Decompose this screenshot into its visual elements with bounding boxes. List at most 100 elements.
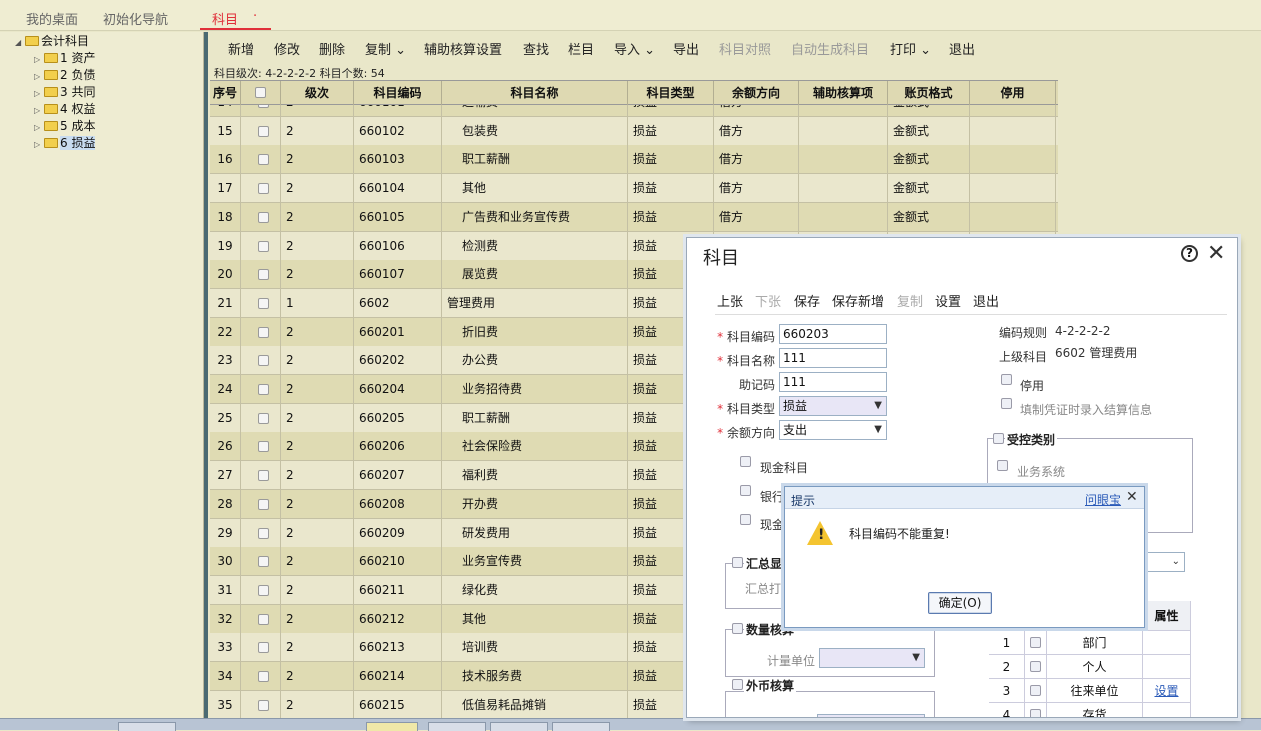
next-button[interactable]: 下张 — [755, 291, 781, 310]
table-row[interactable]: 4 存货 — [989, 703, 1191, 717]
panel-splitter[interactable] — [204, 32, 208, 718]
summary-checkbox[interactable] — [732, 557, 743, 568]
column-header[interactable]: 账页格式 — [888, 81, 970, 105]
unit-select[interactable]: ▼ — [819, 648, 925, 668]
row-checkbox[interactable] — [258, 105, 269, 108]
settings-button[interactable]: 设置 — [935, 291, 961, 310]
table-row[interactable]: 3 往来单位 设置 — [989, 679, 1191, 703]
row-checkbox[interactable] — [258, 699, 269, 711]
row-checkbox[interactable] — [258, 125, 269, 137]
table-row[interactable]: 14 2660101运输费损益借方 金额式 — [210, 105, 1058, 117]
column-header[interactable]: 科目类型 — [628, 81, 714, 105]
row-checkbox[interactable] — [1030, 637, 1041, 648]
row-checkbox[interactable] — [258, 556, 269, 568]
column-header[interactable]: 辅助核算项 — [799, 81, 888, 105]
tree-item-profit-loss[interactable]: ▷ 6 损益 — [34, 135, 96, 151]
tree-item-assets[interactable]: ▷ 1 资产 — [34, 50, 95, 66]
table-row[interactable]: 17 2 660104 其他 损益 借方 金额式 — [210, 174, 1058, 204]
select-all-checkbox[interactable] — [241, 81, 281, 105]
column-header[interactable]: 序号 — [210, 81, 241, 105]
exit-button[interactable]: 退出 — [949, 39, 975, 58]
table-row[interactable]: 1 部门 — [989, 631, 1191, 655]
column-header[interactable]: 科目名称 — [442, 81, 628, 105]
column-header[interactable]: 余额方向 — [714, 81, 799, 105]
tab-accounts-dot[interactable]: · — [253, 9, 257, 24]
row-checkbox[interactable] — [258, 297, 269, 309]
code-field[interactable]: 660203 — [779, 324, 887, 344]
row-checkbox[interactable] — [258, 240, 269, 252]
mnemonic-field[interactable]: 111 — [779, 372, 887, 392]
autogen-button[interactable]: 自动生成科目 — [791, 39, 869, 58]
close-icon[interactable]: ✕ — [1126, 489, 1138, 505]
row-checkbox[interactable] — [258, 441, 269, 453]
row-checkbox[interactable] — [1030, 709, 1041, 717]
close-icon[interactable]: ✕ — [1207, 241, 1225, 266]
controlled-checkbox[interactable] — [993, 433, 1004, 444]
new-button[interactable]: 新增 — [228, 39, 254, 58]
delete-button[interactable]: 删除 — [319, 39, 345, 58]
cash-equiv-checkbox[interactable] — [740, 514, 751, 525]
table-row[interactable]: 16 2 660103 职工薪酬 损益 借方 金额式 — [210, 145, 1058, 175]
columns-button[interactable]: 栏目 — [568, 39, 594, 58]
name-field[interactable]: 111 — [779, 348, 887, 368]
row-checkbox[interactable] — [258, 154, 269, 166]
cash-checkbox[interactable] — [740, 456, 751, 467]
row-checkbox[interactable] — [258, 183, 269, 195]
row-checkbox[interactable] — [258, 498, 269, 510]
row-checkbox[interactable] — [258, 613, 269, 625]
export-button[interactable]: 导出 — [673, 39, 699, 58]
edit-button[interactable]: 修改 — [274, 39, 300, 58]
qty-checkbox[interactable] — [732, 623, 743, 634]
currency-select[interactable] — [817, 714, 925, 717]
row-checkbox[interactable] — [258, 470, 269, 482]
column-header[interactable]: 停用 — [970, 81, 1056, 105]
row-checkbox[interactable] — [1030, 685, 1041, 696]
row-checkbox[interactable] — [258, 269, 269, 281]
row-checkbox[interactable] — [258, 355, 269, 367]
ok-button[interactable]: 确定(O) — [928, 592, 992, 614]
prev-button[interactable]: 上张 — [717, 291, 743, 310]
row-checkbox[interactable] — [258, 384, 269, 395]
tree-root[interactable]: ◢ 会计科目 — [15, 33, 89, 49]
row-checkbox[interactable] — [258, 326, 269, 338]
column-header[interactable]: 科目编码 — [354, 81, 442, 105]
find-button[interactable]: 查找 — [523, 39, 549, 58]
row-checkbox[interactable] — [258, 671, 269, 682]
column-header[interactable]: 级次 — [281, 81, 354, 105]
assist-settings-button[interactable]: 辅助核算设置 — [424, 39, 502, 58]
dialog-exit-button[interactable]: 退出 — [973, 291, 999, 310]
table-row[interactable]: 18 2 660105 广告费和业务宣传费 损益 借方 金额式 — [210, 202, 1058, 232]
print-button[interactable]: 打印 ⌄ — [890, 39, 931, 58]
setup-link[interactable]: 设置 — [1143, 679, 1191, 703]
tree-item-equity[interactable]: ▷ 4 权益 — [34, 101, 95, 117]
row-checkbox[interactable] — [258, 642, 269, 654]
tree-item-cost[interactable]: ▷ 5 成本 — [34, 118, 95, 134]
row-checkbox[interactable] — [1030, 661, 1041, 672]
disabled-checkbox[interactable] — [1001, 374, 1012, 385]
tree-item-liabilities[interactable]: ▷ 2 负债 — [34, 67, 95, 83]
row-checkbox[interactable] — [258, 527, 269, 539]
save-new-button[interactable]: 保存新增 — [832, 291, 884, 310]
bank-checkbox[interactable] — [740, 485, 751, 496]
help-link[interactable]: 问眼宝 — [1085, 491, 1121, 508]
table-row[interactable]: 2 个人 — [989, 655, 1191, 679]
mapping-button[interactable]: 科目对照 — [719, 39, 771, 58]
tree-item-common[interactable]: ▷ 3 共同 — [34, 84, 95, 100]
tab-init-nav[interactable]: 初始化导航 — [103, 9, 168, 28]
fx-checkbox[interactable] — [732, 679, 743, 690]
row-checkbox[interactable] — [258, 211, 269, 223]
copy-button[interactable]: 复制 ⌄ — [365, 39, 406, 58]
direction-select[interactable]: 支出 ▼ — [779, 420, 887, 440]
import-button[interactable]: 导入 ⌄ — [614, 39, 655, 58]
type-select[interactable]: 损益 ▼ — [779, 396, 887, 416]
settle-checkbox[interactable] — [1001, 398, 1012, 409]
business-checkbox[interactable] — [997, 460, 1008, 471]
checkbox[interactable] — [255, 87, 266, 98]
help-icon[interactable]: ? — [1181, 245, 1198, 262]
row-checkbox[interactable] — [258, 584, 269, 596]
dialog-copy-button[interactable]: 复制 — [897, 291, 923, 310]
tab-accounts[interactable]: 科目 — [212, 9, 238, 28]
tab-my-desktop[interactable]: 我的桌面 — [26, 9, 78, 28]
row-checkbox[interactable] — [258, 412, 269, 424]
save-button[interactable]: 保存 — [794, 291, 820, 310]
